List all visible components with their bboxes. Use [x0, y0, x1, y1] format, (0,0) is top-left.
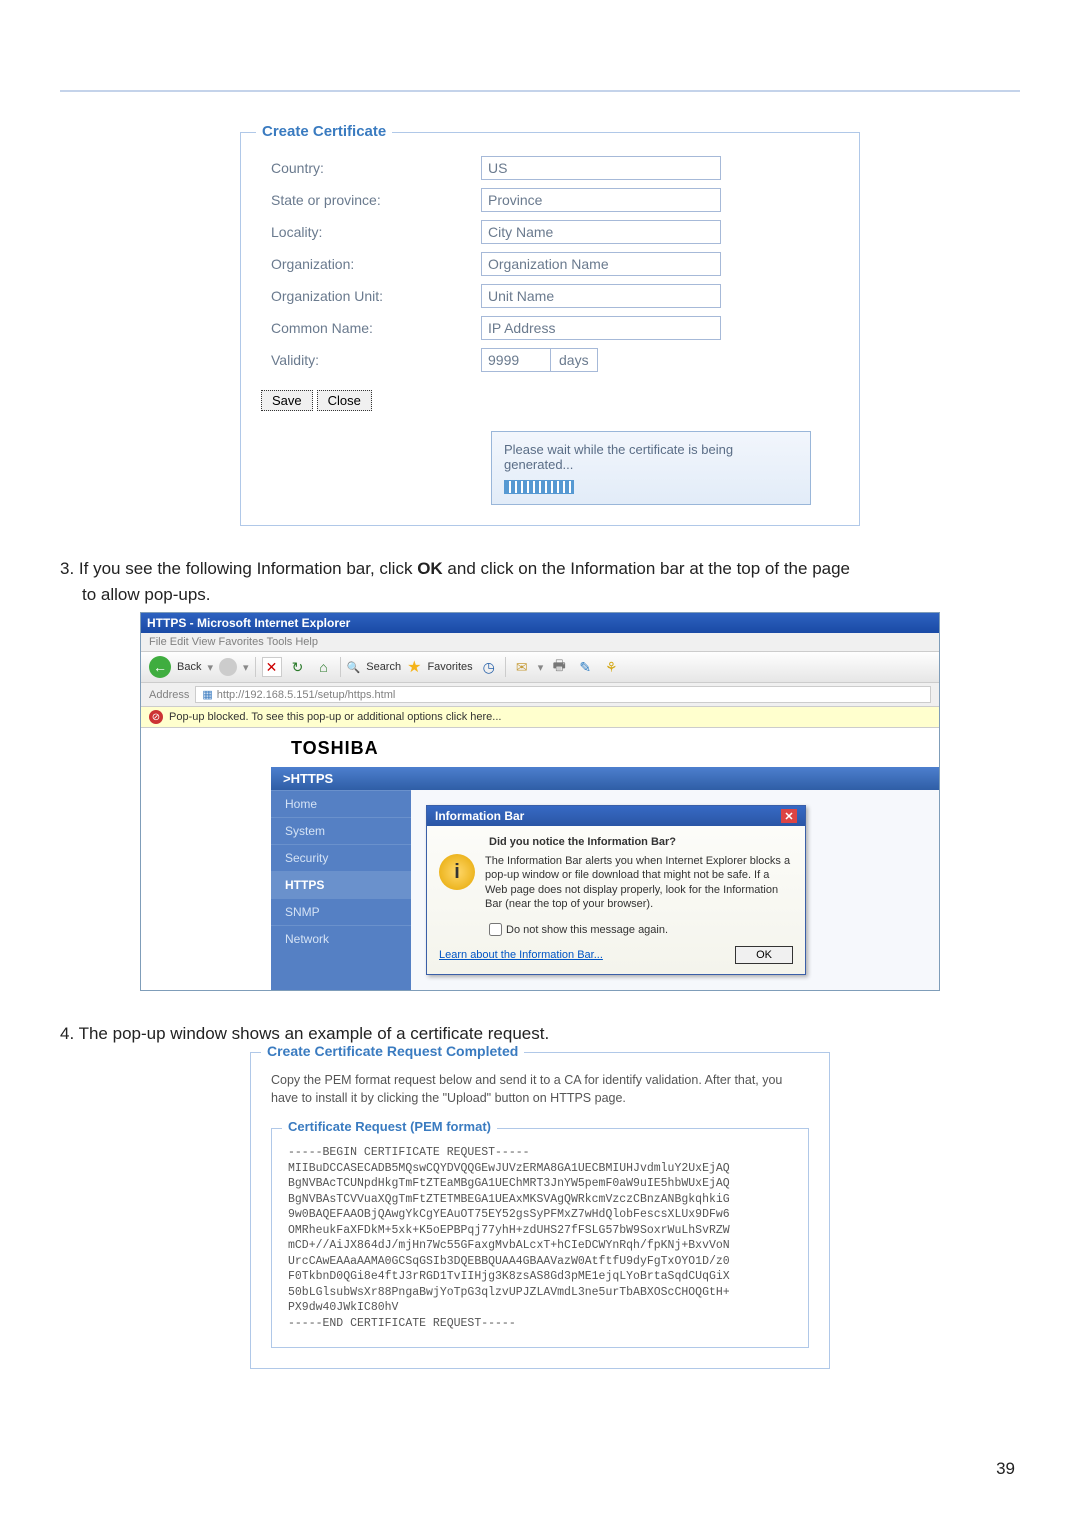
sidebar-item-network[interactable]: Network	[271, 925, 411, 952]
ie-addressbar: Address ▦ http://192.168.5.151/setup/htt…	[141, 683, 939, 707]
progress-bar	[504, 480, 574, 494]
information-bar-dialog: Information Bar ✕ Did you notice the Inf…	[426, 805, 806, 975]
search-icon[interactable]: 🔍	[347, 661, 361, 674]
ie-main: Information Bar ✕ Did you notice the Inf…	[411, 790, 939, 990]
sidebar-item-home[interactable]: Home	[271, 790, 411, 817]
sidebar-item-snmp[interactable]: SNMP	[271, 898, 411, 925]
dialog-title: Information Bar	[435, 809, 524, 823]
info-icon: i	[439, 854, 475, 890]
sidebar-item-security[interactable]: Security	[271, 844, 411, 871]
create-certificate-panel: Create Certificate Country: State or pro…	[240, 132, 860, 526]
messenger-icon[interactable]: ⚘	[601, 657, 621, 677]
sidebar-item-system[interactable]: System	[271, 817, 411, 844]
validity-input[interactable]	[481, 348, 551, 372]
page-number: 39	[60, 1459, 1020, 1479]
validity-label: Validity:	[271, 352, 481, 368]
infobar-text: Pop-up blocked. To see this pop-up or ad…	[169, 711, 501, 723]
forward-icon[interactable]	[219, 658, 237, 676]
pem-text: -----BEGIN CERTIFICATE REQUEST----- MIIB…	[288, 1145, 792, 1331]
refresh-icon[interactable]: ↻	[288, 657, 308, 677]
print-icon[interactable]: 🖶	[549, 657, 569, 677]
url-text: http://192.168.5.151/setup/https.html	[217, 689, 396, 701]
page-icon: ▦	[202, 688, 212, 701]
save-button[interactable]: Save	[261, 390, 313, 411]
checkbox-label: Do not show this message again.	[506, 924, 668, 936]
sidebar-item-https[interactable]: HTTPS	[271, 871, 411, 898]
home-icon[interactable]: ⌂	[314, 657, 334, 677]
ie-titlebar: HTTPS - Microsoft Internet Explorer	[141, 613, 939, 633]
panel-legend: Create Certificate	[256, 123, 392, 140]
status-text: Please wait while the certificate is bei…	[504, 442, 798, 472]
pem-legend: Certificate Request (PEM format)	[282, 1119, 497, 1134]
orgunit-label: Organization Unit:	[271, 288, 481, 304]
ie-browser-window: HTTPS - Microsoft Internet Explorer File…	[140, 612, 940, 991]
https-header: >HTTPS	[271, 767, 939, 790]
dont-show-checkbox[interactable]	[489, 923, 502, 936]
cert-request-panel: Create Certificate Request Completed Cop…	[250, 1052, 830, 1370]
dialog-heading: Did you notice the Information Bar?	[489, 836, 793, 848]
cert-request-legend: Create Certificate Request Completed	[261, 1043, 524, 1059]
ok-button[interactable]: OK	[735, 946, 793, 964]
back-label[interactable]: Back	[177, 661, 201, 673]
country-input[interactable]	[481, 156, 721, 180]
mail-icon[interactable]: ✉	[512, 657, 532, 677]
ie-menubar[interactable]: File Edit View Favorites Tools Help	[141, 633, 939, 652]
country-label: Country:	[271, 160, 481, 176]
cn-input[interactable]	[481, 316, 721, 340]
back-icon[interactable]: ←	[149, 656, 171, 678]
ie-toolbar: ← Back ▾ ▾ ✕ ↻ ⌂ 🔍 Search ★ Favorites ◷ …	[141, 652, 939, 683]
address-label: Address	[149, 689, 189, 701]
stop-icon[interactable]: ✕	[262, 657, 282, 677]
edit-icon[interactable]: ✎	[575, 657, 595, 677]
step4-text: 4. The pop-up window shows an example of…	[60, 1021, 1020, 1047]
locality-input[interactable]	[481, 220, 721, 244]
ie-sidebar: Home System Security HTTPS SNMP Network	[271, 790, 411, 990]
close-button[interactable]: Close	[317, 390, 372, 411]
close-icon[interactable]: ✕	[781, 809, 797, 823]
state-input[interactable]	[481, 188, 721, 212]
cert-request-desc: Copy the PEM format request below and se…	[271, 1071, 809, 1109]
pem-panel: Certificate Request (PEM format) -----BE…	[271, 1128, 809, 1348]
favorites-icon[interactable]: ★	[407, 657, 421, 677]
org-input[interactable]	[481, 252, 721, 276]
learn-link[interactable]: Learn about the Information Bar...	[439, 949, 603, 961]
step3-text: 3. If you see the following Information …	[60, 556, 1020, 607]
orgunit-input[interactable]	[481, 284, 721, 308]
history-icon[interactable]: ◷	[479, 657, 499, 677]
org-label: Organization:	[271, 256, 481, 272]
cn-label: Common Name:	[271, 320, 481, 336]
state-label: State or province:	[271, 192, 481, 208]
dialog-body: The Information Bar alerts you when Inte…	[485, 854, 793, 911]
blocked-icon: ⊘	[149, 710, 163, 724]
locality-label: Locality:	[271, 224, 481, 240]
days-label: days	[551, 348, 598, 372]
status-box: Please wait while the certificate is bei…	[491, 431, 811, 505]
brand-logo: TOSHIBA	[271, 728, 939, 767]
ie-info-bar[interactable]: ⊘ Pop-up blocked. To see this pop-up or …	[141, 707, 939, 728]
favorites-label[interactable]: Favorites	[427, 661, 472, 673]
url-field[interactable]: ▦ http://192.168.5.151/setup/https.html	[195, 686, 931, 703]
search-label[interactable]: Search	[366, 661, 401, 673]
